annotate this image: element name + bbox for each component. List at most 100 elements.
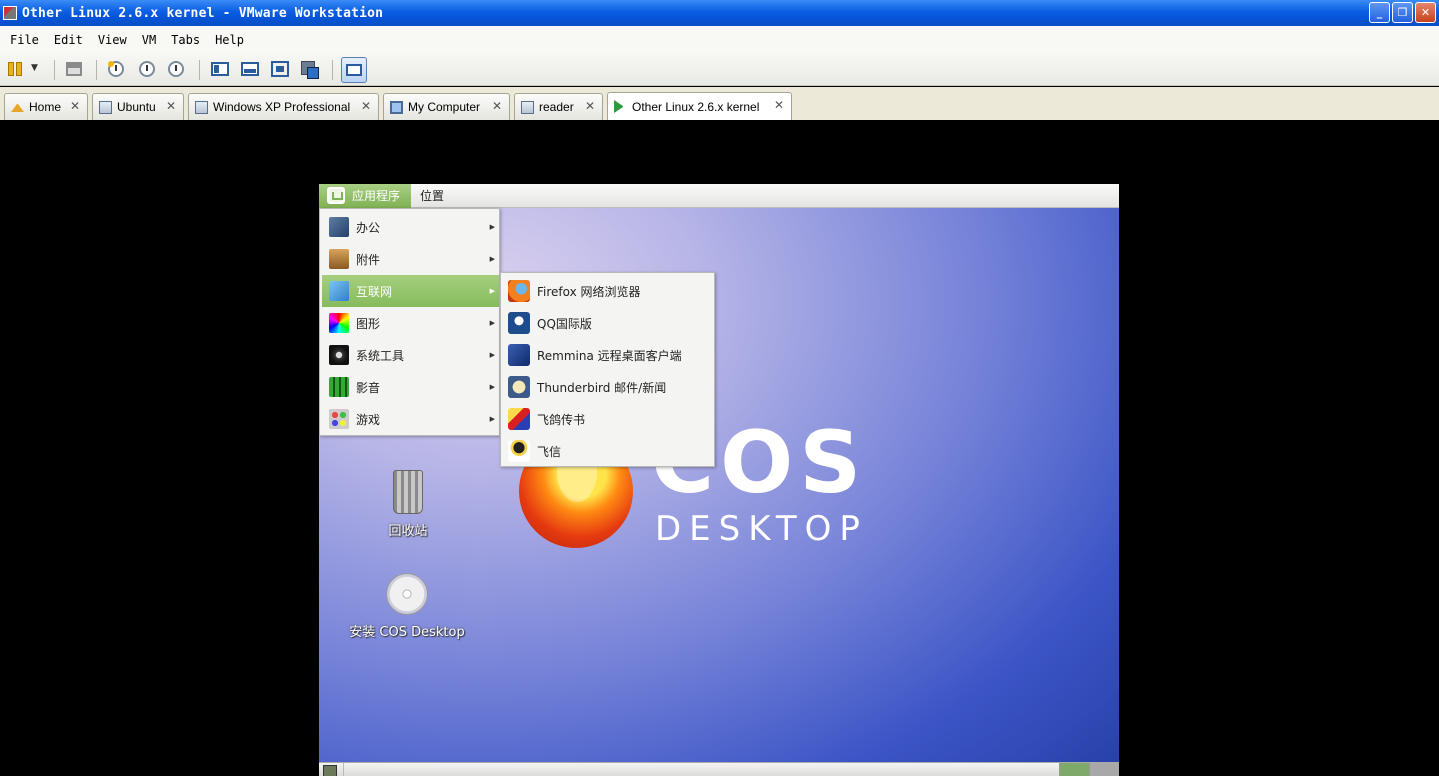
thunderbird-icon bbox=[508, 376, 530, 398]
tab-my-computer[interactable]: My Computer ✕ bbox=[383, 93, 510, 120]
cd-install-icon bbox=[386, 573, 428, 615]
submenu-item-qq[interactable]: QQ国际版 bbox=[503, 307, 714, 339]
full-screen-icon[interactable] bbox=[271, 60, 291, 78]
desktop-icon-label: 安装 COS Desktop bbox=[349, 625, 465, 640]
feige-icon bbox=[508, 408, 530, 430]
graphics-icon bbox=[329, 313, 349, 333]
pause-icon[interactable] bbox=[8, 60, 28, 78]
show-desktop-icon[interactable] bbox=[323, 765, 337, 776]
snapshot-manager-icon[interactable] bbox=[168, 60, 188, 78]
menu-file[interactable]: File bbox=[10, 33, 39, 47]
submenu-arrow-icon: ▶ bbox=[489, 415, 495, 423]
submenu-item-label: Firefox 网络浏览器 bbox=[537, 284, 641, 299]
tab-close-icon[interactable]: ✕ bbox=[361, 99, 371, 113]
submenu-item-thunderbird[interactable]: Thunderbird 邮件/新闻 bbox=[503, 371, 714, 403]
applications-menu: 办公 ▶ 附件 ▶ 互联网 ▶ 图形 ▶ 系统工具 ▶ 影音 ▶ 游戏 ▶ bbox=[319, 208, 500, 436]
submenu-item-firefox[interactable]: Firefox 网络浏览器 bbox=[503, 275, 714, 307]
workspace-2[interactable] bbox=[1089, 763, 1119, 776]
guest-top-panel: 应用程序 位置 bbox=[319, 184, 1119, 208]
submenu-item-label: Remmina 远程桌面客户端 bbox=[537, 348, 682, 363]
menu-item-system-tools[interactable]: 系统工具 ▶ bbox=[322, 339, 499, 371]
internet-submenu: Firefox 网络浏览器 QQ国际版 Remmina 远程桌面客户端 Thun… bbox=[500, 272, 715, 467]
tab-label: Ubuntu bbox=[117, 100, 156, 114]
tab-close-icon[interactable]: ✕ bbox=[585, 99, 595, 113]
tab-label: reader bbox=[539, 100, 574, 114]
tab-other-linux[interactable]: Other Linux 2.6.x kernel ✕ bbox=[607, 92, 792, 120]
menu-bar: File Edit View VM Tabs Help bbox=[0, 26, 1439, 54]
tab-reader[interactable]: reader ✕ bbox=[514, 93, 603, 120]
places-menu[interactable]: 位置 bbox=[420, 187, 444, 204]
take-snapshot-icon[interactable] bbox=[108, 60, 128, 78]
menu-item-internet[interactable]: 互联网 ▶ bbox=[322, 275, 499, 307]
toolbar-separator bbox=[332, 60, 333, 80]
tab-close-icon[interactable]: ✕ bbox=[492, 99, 502, 113]
menu-item-accessories[interactable]: 附件 ▶ bbox=[322, 243, 499, 275]
desktop-icon-label: 回收站 bbox=[388, 524, 428, 539]
menu-item-office[interactable]: 办公 ▶ bbox=[322, 211, 499, 243]
console-view-button[interactable] bbox=[341, 57, 367, 83]
desktop-icon-install[interactable]: 安装 COS Desktop bbox=[347, 573, 467, 640]
workspace-1[interactable] bbox=[1059, 763, 1089, 776]
menu-vm[interactable]: VM bbox=[142, 33, 156, 47]
tab-close-icon[interactable]: ✕ bbox=[774, 98, 784, 112]
tab-ubuntu[interactable]: Ubuntu ✕ bbox=[92, 93, 184, 120]
minimize-button[interactable]: _ bbox=[1369, 2, 1390, 23]
toolbar-separator bbox=[199, 60, 200, 80]
submenu-arrow-icon: ▶ bbox=[489, 351, 495, 359]
menu-view[interactable]: View bbox=[98, 33, 127, 47]
unity-icon[interactable] bbox=[301, 60, 321, 79]
menu-edit[interactable]: Edit bbox=[54, 33, 83, 47]
tab-windows-xp[interactable]: Windows XP Professional ✕ bbox=[188, 93, 379, 120]
guest-desktop[interactable]: COS DESKTOP 回收站 安装 COS Desktop 应用程序 位置 办… bbox=[319, 184, 1119, 776]
submenu-item-feige[interactable]: 飞鸽传书 bbox=[503, 403, 714, 435]
menu-item-label: 办公 bbox=[356, 220, 381, 235]
menu-item-label: 游戏 bbox=[356, 412, 381, 427]
tab-label: Other Linux 2.6.x kernel bbox=[632, 99, 760, 114]
tab-close-icon[interactable]: ✕ bbox=[166, 99, 176, 113]
games-icon bbox=[329, 409, 349, 429]
restore-button[interactable]: ❐ bbox=[1392, 2, 1413, 23]
tab-close-icon[interactable]: ✕ bbox=[70, 99, 80, 113]
show-sidebar-icon[interactable] bbox=[211, 60, 231, 78]
submenu-arrow-icon: ▶ bbox=[489, 383, 495, 391]
menu-tabs[interactable]: Tabs bbox=[171, 33, 200, 47]
revert-snapshot-icon[interactable] bbox=[139, 60, 159, 78]
desktop-icon-trash[interactable]: 回收站 bbox=[383, 470, 433, 539]
power-dropdown-icon[interactable]: ▼ bbox=[31, 63, 51, 81]
menu-item-graphics[interactable]: 图形 ▶ bbox=[322, 307, 499, 339]
tab-label: My Computer bbox=[408, 100, 481, 114]
firefox-icon bbox=[508, 280, 530, 302]
toolbar-separator bbox=[54, 60, 55, 80]
show-thumbnail-icon[interactable] bbox=[241, 60, 261, 78]
toolbar-separator bbox=[96, 60, 97, 80]
vmware-app-icon bbox=[3, 6, 17, 20]
submenu-arrow-icon: ▶ bbox=[489, 223, 495, 231]
window-title: Other Linux 2.6.x kernel - VMware Workst… bbox=[22, 5, 384, 21]
menu-help[interactable]: Help bbox=[215, 33, 244, 47]
guest-bottom-panel bbox=[319, 762, 1119, 776]
submenu-arrow-icon: ▶ bbox=[489, 255, 495, 263]
menu-item-games[interactable]: 游戏 ▶ bbox=[322, 403, 499, 435]
submenu-item-fetion[interactable]: 飞信 bbox=[503, 435, 714, 467]
close-button[interactable]: ✕ bbox=[1415, 2, 1436, 23]
menu-item-multimedia[interactable]: 影音 ▶ bbox=[322, 371, 499, 403]
menu-item-label: 图形 bbox=[356, 316, 381, 331]
tab-label: Windows XP Professional bbox=[213, 100, 351, 114]
submenu-item-label: 飞信 bbox=[537, 444, 562, 459]
fetion-icon bbox=[508, 440, 530, 462]
submenu-arrow-icon: ▶ bbox=[489, 287, 495, 295]
window-controls: _ ❐ ✕ bbox=[1369, 2, 1436, 23]
window-title-bar[interactable]: Other Linux 2.6.x kernel - VMware Workst… bbox=[0, 0, 1439, 26]
submenu-arrow-icon: ▶ bbox=[489, 319, 495, 327]
tab-home[interactable]: Home ✕ bbox=[4, 93, 88, 120]
vm-icon bbox=[521, 100, 534, 114]
applications-menu-button[interactable]: 应用程序 bbox=[319, 184, 411, 208]
submenu-item-remmina[interactable]: Remmina 远程桌面客户端 bbox=[503, 339, 714, 371]
network-icon[interactable] bbox=[66, 62, 82, 76]
menu-item-label: 系统工具 bbox=[356, 348, 405, 363]
vm-icon bbox=[99, 100, 112, 114]
accessories-icon bbox=[329, 249, 349, 269]
qq-icon bbox=[508, 312, 530, 334]
menu-item-label: 互联网 bbox=[356, 284, 393, 299]
mint-logo-icon bbox=[327, 187, 345, 204]
